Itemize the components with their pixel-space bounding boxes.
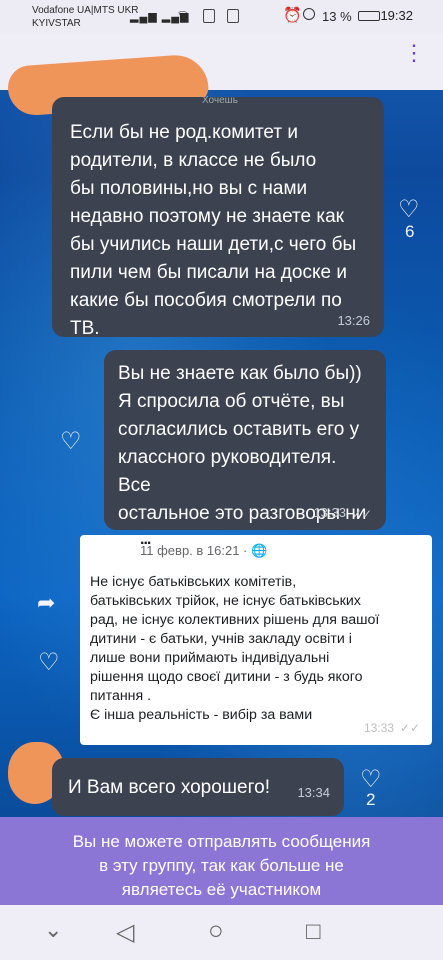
do-not-disturb-icon <box>303 8 315 20</box>
message-time: 13:33 <box>363 721 394 735</box>
message-time: 13:33 <box>313 505 346 520</box>
collapse-icon[interactable]: ⌄ <box>44 917 62 943</box>
post-date-text: 11 февр. в 16:21 · <box>140 543 251 558</box>
status-bar: Vodafone UA|MTS UKR KYIVSTAR ▂▄▆ ▂▄▆ ⌔ ⏰… <box>0 0 443 34</box>
back-icon[interactable]: ◁ <box>116 918 134 947</box>
message-text: Если бы не род.комитет и родители, в кла… <box>70 122 357 339</box>
carrier-line-1: Vodafone UA|MTS UKR <box>32 5 139 16</box>
message-time: 13:34 <box>297 785 330 800</box>
image-notification-icon <box>227 9 239 23</box>
post-text: Не існує батьківських комітетів, батьків… <box>90 574 380 723</box>
message-bubble-incoming[interactable]: Хочешь Если бы не род.комитет и родители… <box>52 95 384 339</box>
message-time: 13:26 <box>337 313 370 328</box>
battery-percent: 13 % <box>322 9 352 24</box>
reaction-count: 2 <box>366 790 376 809</box>
post-date: 11 февр. в 16:21 · 🌐 <box>140 543 267 559</box>
share-icon[interactable]: ➦ <box>37 590 55 616</box>
alarm-icon: ⏰ <box>283 7 302 24</box>
read-receipt-icon: ✓✓ <box>399 721 420 735</box>
message-bubble-incoming[interactable]: И Вам всего хорошего! 13:34 <box>52 758 344 816</box>
heart-icon[interactable]: ♡ <box>398 195 420 224</box>
shared-post-image[interactable]: ... 11 февр. в 16:21 · 🌐 Не існує батькі… <box>80 531 432 745</box>
carrier-line-2: KYIVSTAR <box>32 18 81 29</box>
reaction-count: 6 <box>405 222 415 241</box>
battery-icon <box>358 11 380 21</box>
heart-icon[interactable]: ♡ <box>38 648 60 677</box>
message-bubble-outgoing[interactable]: Вы не знаете как было бы)) Я спросила об… <box>104 350 386 580</box>
system-navigation-bar: ⌄ ◁ ○ □ <box>0 905 443 960</box>
home-icon[interactable]: ○ <box>208 915 224 946</box>
not-a-member-notice: Вы не можете отправлять сообщения в эту … <box>0 817 443 905</box>
carrier-info: Vodafone UA|MTS UKR KYIVSTAR <box>32 4 139 30</box>
read-receipt-icon: ✓✓ <box>351 507 372 521</box>
globe-icon: 🌐 <box>251 543 268 558</box>
clock: 19:32 <box>380 8 413 23</box>
sim-icon <box>203 9 215 23</box>
menu-icon[interactable]: ⋮ <box>403 42 425 64</box>
wifi-icon: ⌔ <box>176 7 190 23</box>
recents-icon[interactable]: □ <box>306 918 321 946</box>
sender-name: Хочешь <box>202 95 238 106</box>
heart-icon[interactable]: ♡ <box>60 427 82 456</box>
notice-text: Вы не можете отправлять сообщения в эту … <box>72 832 371 899</box>
